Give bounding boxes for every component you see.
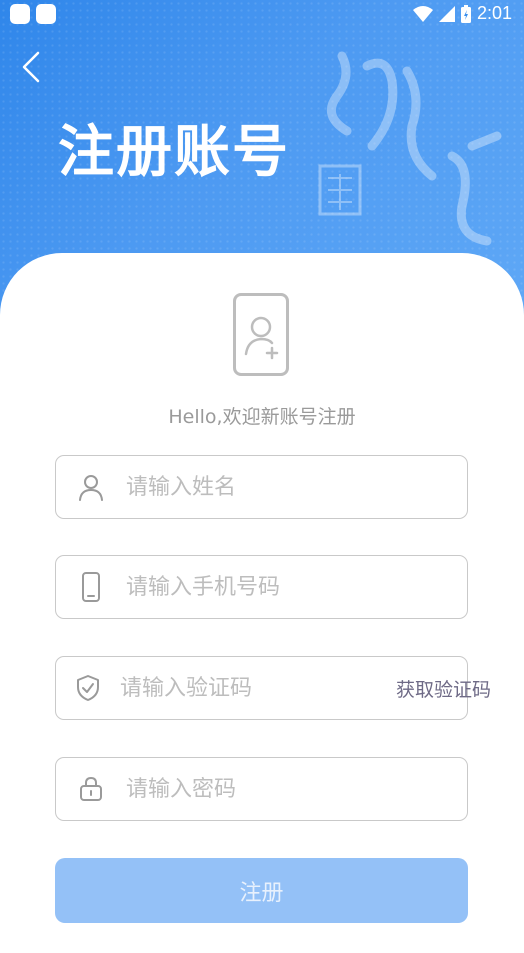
name-field[interactable]	[55, 455, 468, 519]
avatar-add-icon[interactable]	[233, 293, 289, 376]
battery-icon	[460, 4, 471, 23]
get-code-button[interactable]: 获取验证码	[396, 675, 491, 702]
calligraphy-watermark	[318, 51, 502, 246]
phone-input[interactable]	[124, 573, 467, 601]
wifi-icon	[412, 5, 433, 22]
user-add-icon	[244, 316, 279, 360]
notification-icon	[10, 4, 30, 24]
name-input[interactable]	[124, 473, 467, 501]
user-icon	[76, 472, 106, 502]
register-button[interactable]: 注册	[55, 858, 468, 923]
phone-icon	[76, 572, 106, 602]
notification-icon	[36, 4, 56, 24]
verification-code-field[interactable]: 获取验证码	[55, 656, 491, 720]
status-bar: 2:01	[0, 0, 524, 30]
password-input[interactable]	[124, 775, 467, 803]
verification-code-input[interactable]	[118, 674, 396, 702]
page-title: 注册账号	[58, 120, 290, 185]
welcome-text: Hello,欢迎新账号注册	[168, 406, 356, 428]
phone-field[interactable]	[55, 555, 468, 619]
signal-icon	[438, 5, 455, 22]
back-arrow-icon[interactable]	[18, 50, 48, 84]
shield-icon	[76, 673, 100, 703]
lock-icon	[76, 774, 106, 804]
password-field[interactable]	[55, 757, 468, 821]
status-time: 2:01	[476, 3, 512, 23]
